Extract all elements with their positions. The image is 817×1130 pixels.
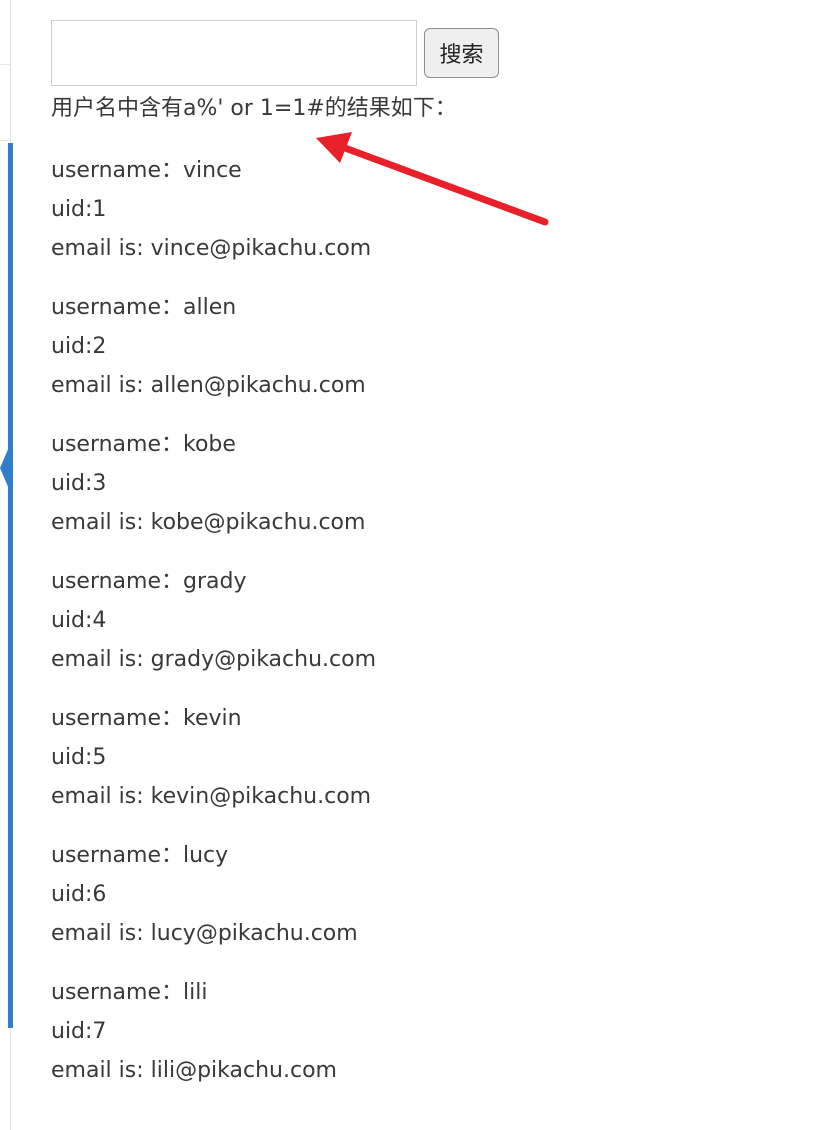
arrow-shaft (341, 144, 549, 226)
red-arrow-icon (316, 132, 549, 226)
